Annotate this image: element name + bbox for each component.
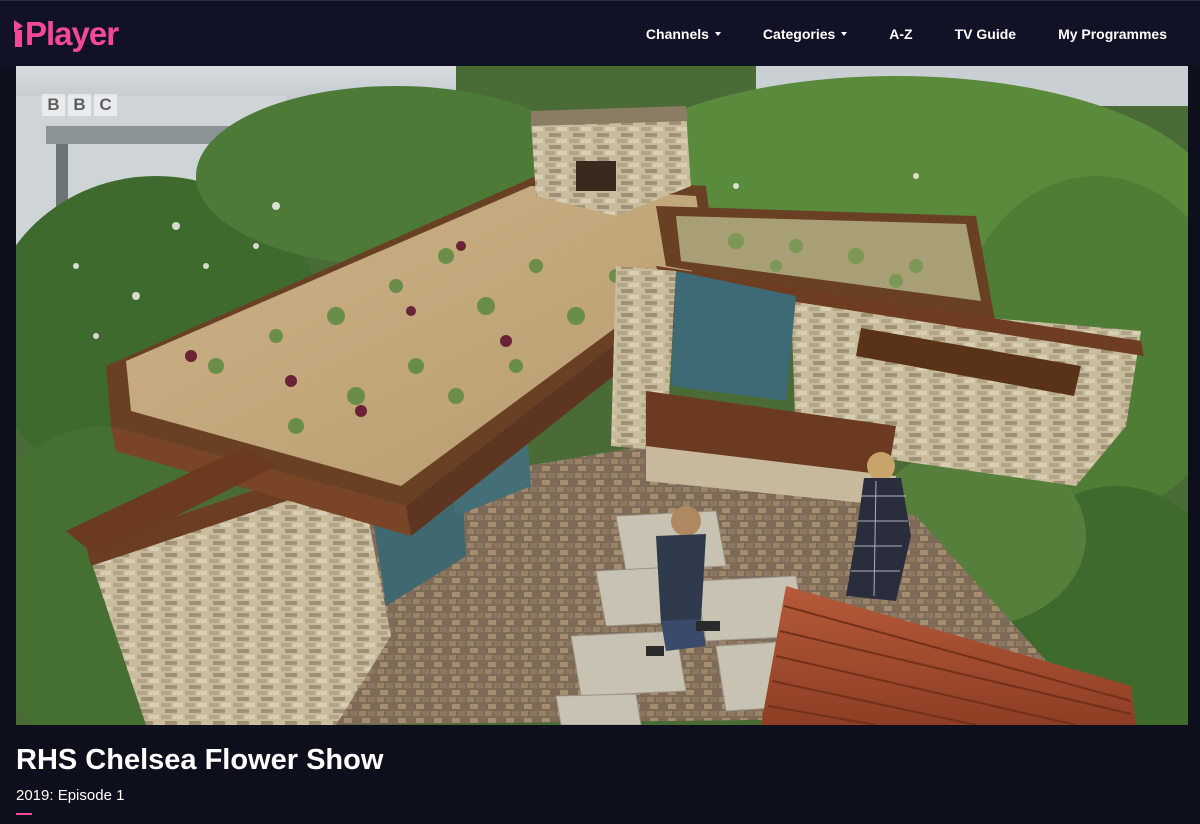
bbc-channel-watermark: B B C	[42, 94, 117, 116]
bbc-letter-b2: B	[68, 94, 91, 116]
accent-underline	[16, 813, 32, 815]
logo-text: Player	[25, 15, 119, 52]
main-nav: Channels Categories A-Z TV Guide My Prog…	[625, 1, 1188, 67]
iplayer-logo[interactable]: Player	[14, 15, 119, 52]
nav-my-programmes-label: My Programmes	[1058, 26, 1167, 42]
iplayer-i-icon	[14, 16, 24, 52]
video-frame	[16, 66, 1188, 725]
nav-tv-guide-label: TV Guide	[954, 26, 1017, 42]
nav-a-z[interactable]: A-Z	[868, 1, 933, 67]
bbc-letter-b1: B	[42, 94, 65, 116]
nav-channels[interactable]: Channels	[625, 1, 742, 67]
programme-info: RHS Chelsea Flower Show 2019: Episode 1	[16, 740, 1186, 806]
caret-down-icon	[714, 32, 721, 36]
nav-channels-label: Channels	[645, 26, 709, 42]
nav-categories-label: Categories	[762, 26, 836, 42]
top-navigation-bar: Player Channels Categories A-Z TV Guide …	[0, 0, 1200, 66]
caret-down-icon	[841, 32, 848, 36]
video-player[interactable]: B B C	[16, 66, 1188, 725]
episode-subtitle: 2019: Episode 1	[16, 787, 125, 804]
bbc-letter-c: C	[94, 94, 117, 116]
nav-tv-guide[interactable]: TV Guide	[934, 1, 1037, 67]
nav-categories[interactable]: Categories	[742, 1, 868, 67]
nav-my-programmes[interactable]: My Programmes	[1037, 1, 1188, 67]
iplayer-page: Player Channels Categories A-Z TV Guide …	[0, 0, 1200, 824]
nav-a-z-label: A-Z	[889, 26, 913, 42]
programme-title: RHS Chelsea Flower Show	[16, 744, 384, 776]
